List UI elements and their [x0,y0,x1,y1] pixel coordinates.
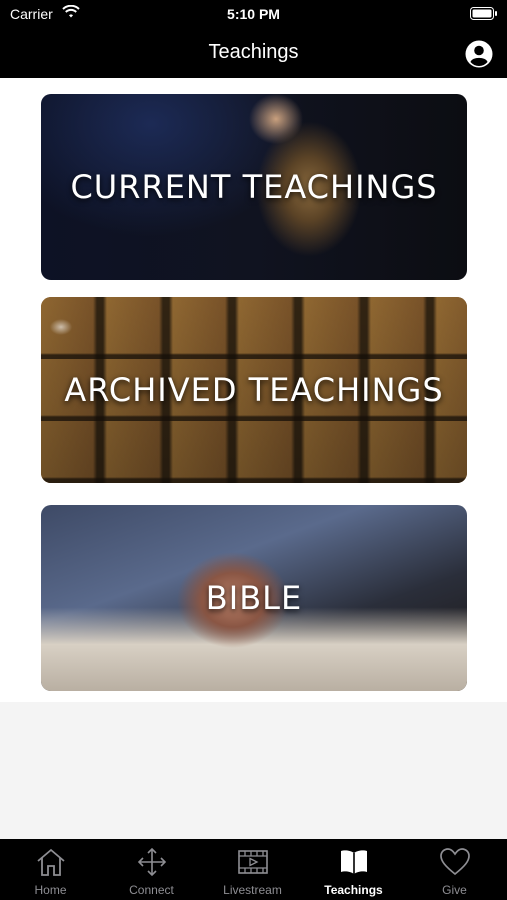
tab-home-label: Home [34,883,67,897]
current-teachings-card[interactable]: CURRENT TEACHINGS [41,94,467,280]
bible-card[interactable]: BIBLE [41,505,467,691]
tab-livestream[interactable]: Livestream [202,839,303,900]
archived-teachings-card[interactable]: ARCHIVED TEACHINGS [41,297,467,483]
tab-livestream-label: Livestream [223,883,282,897]
status-bar: Carrier 5:10 PM [0,0,507,28]
tab-give[interactable]: Give [404,839,505,900]
book-icon [340,850,367,874]
tab-give-label: Give [442,883,467,897]
clock: 5:10 PM [227,6,280,22]
battery-icon [470,7,497,20]
archived-teachings-label: ARCHIVED TEACHINGS [64,371,444,409]
tab-connect-label: Connect [129,883,174,897]
tab-bar: Home Connect Livestream Teachings Give [0,839,507,900]
tab-connect[interactable]: Connect [101,839,202,900]
tab-teachings[interactable]: Teachings [303,839,404,900]
video-icon [237,850,268,874]
tab-teachings-label: Teachings [324,883,383,897]
tab-home[interactable]: Home [0,839,101,900]
nav-bar: Teachings [0,28,507,78]
current-teachings-label: CURRENT TEACHINGS [70,168,438,206]
content-area: CURRENT TEACHINGS ARCHIVED TEACHINGS BIB… [0,78,507,702]
profile-icon[interactable] [465,40,493,68]
home-icon [36,848,65,876]
page-title: Teachings [208,41,299,63]
move-arrows-icon [137,847,166,877]
heart-icon [439,848,470,876]
bible-label: BIBLE [205,579,303,617]
